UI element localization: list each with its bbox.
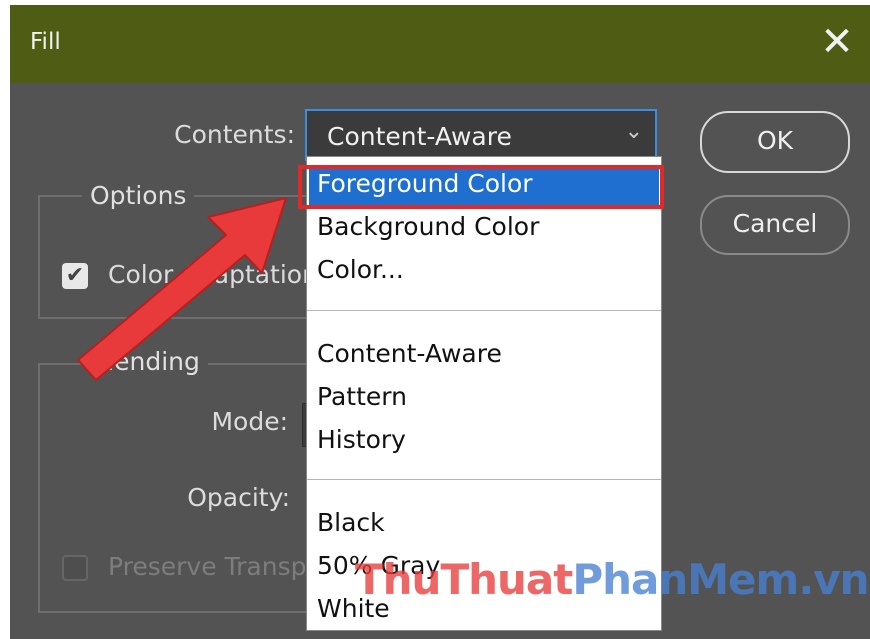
fill-dialog: Fill ✕ Contents: Content-Aware ⌄ OK Canc… — [10, 5, 870, 639]
annotation-arrow-icon — [77, 197, 287, 381]
watermark: ThuThuatPhanMem.vn — [355, 555, 870, 604]
